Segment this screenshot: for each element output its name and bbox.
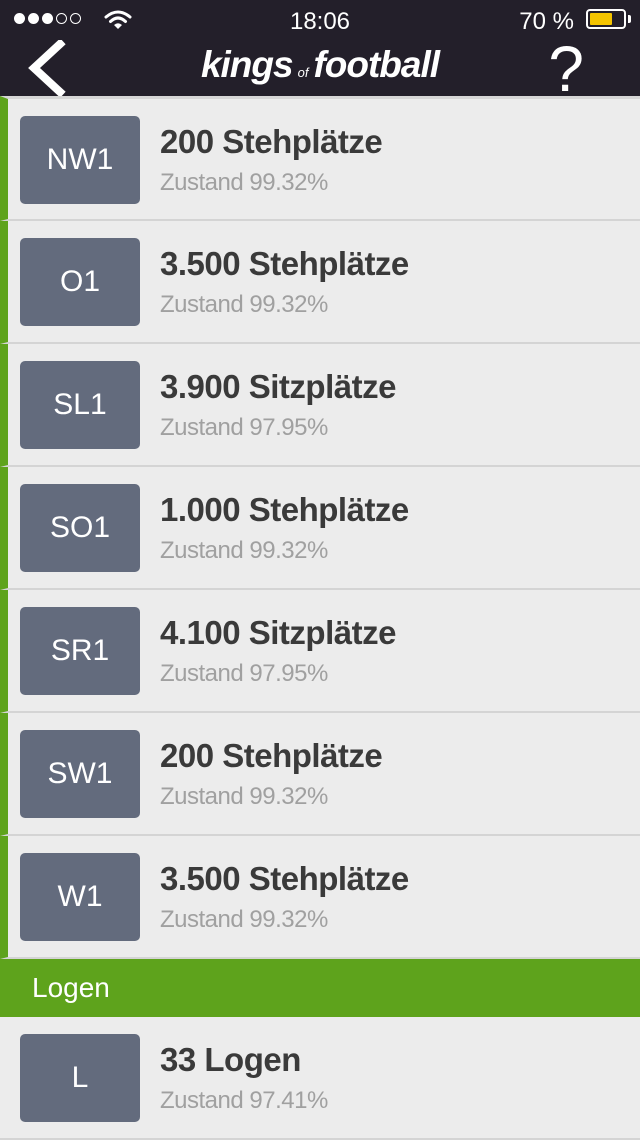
list-item[interactable]: L 33 Logen Zustand 97.41% [0, 1017, 640, 1140]
logo-kings: kings [200, 44, 294, 85]
list-item[interactable]: W1 3.500 Stehplätze Zustand 99.32% [0, 836, 640, 959]
condition-label: Zustand 99.32% [160, 783, 328, 810]
list-item[interactable]: O1 3.500 Stehplätze Zustand 99.32% [0, 221, 640, 344]
sector-code-badge: SR1 [20, 607, 140, 695]
sector-code-badge: NW1 [20, 116, 140, 204]
help-button[interactable]: ? [548, 32, 584, 106]
logo-football: football [313, 44, 440, 85]
sector-code-badge: SL1 [20, 361, 140, 449]
sector-code-badge: W1 [20, 853, 140, 941]
capacity-title: 3.500 Stehplätze [160, 245, 409, 282]
condition-label: Zustand 97.95% [160, 414, 328, 441]
sector-code-badge: O1 [20, 238, 140, 326]
condition-label: Zustand 99.32% [160, 291, 328, 318]
section-header-logen: Logen [0, 959, 640, 1017]
logen-rows: L 33 Logen Zustand 97.41% [0, 1017, 640, 1140]
condition-label: Zustand 97.41% [160, 1087, 328, 1114]
condition-label: Zustand 97.95% [160, 660, 328, 687]
list-item[interactable]: SR1 4.100 Sitzplätze Zustand 97.95% [0, 590, 640, 713]
sector-code-badge: SW1 [20, 730, 140, 818]
list-item[interactable]: SW1 200 Stehplätze Zustand 99.32% [0, 713, 640, 836]
sector-rows: NW1 200 Stehplätze Zustand 99.32% O1 3.500 S… [0, 96, 640, 959]
list-item[interactable]: NW1 200 Stehplätze Zustand 99.32% [0, 96, 640, 221]
battery-cap [628, 15, 631, 23]
capacity-title: 3.500 Stehplätze [160, 860, 409, 897]
condition-label: Zustand 99.32% [160, 537, 328, 564]
app-logo: kings of football [0, 44, 640, 86]
capacity-title: 4.100 Sitzplätze [160, 614, 396, 651]
capacity-title: 200 Stehplätze [160, 123, 383, 160]
condition-label: Zustand 99.32% [160, 906, 328, 933]
logo-of: of [297, 65, 309, 80]
capacity-title: 200 Stehplätze [160, 737, 383, 774]
capacity-title: 33 Logen [160, 1041, 301, 1078]
sector-code-badge: SO1 [20, 484, 140, 572]
battery-icon [586, 9, 626, 29]
list-item[interactable]: SL1 3.900 Sitzplätze Zustand 97.95% [0, 344, 640, 467]
condition-label: Zustand 99.32% [160, 169, 328, 196]
navigation-bar: kings of football ? [0, 33, 640, 105]
stadium-sector-list: NW1 200 Stehplätze Zustand 99.32% O1 3.500 S… [0, 96, 640, 1140]
list-item[interactable]: SO1 1.000 Stehplätze Zustand 99.32% [0, 467, 640, 590]
capacity-title: 1.000 Stehplätze [160, 491, 409, 528]
capacity-title: 3.900 Sitzplätze [160, 368, 396, 405]
status-bar: 18:06 70 % [0, 0, 640, 40]
sector-code-badge: L [20, 1034, 140, 1122]
